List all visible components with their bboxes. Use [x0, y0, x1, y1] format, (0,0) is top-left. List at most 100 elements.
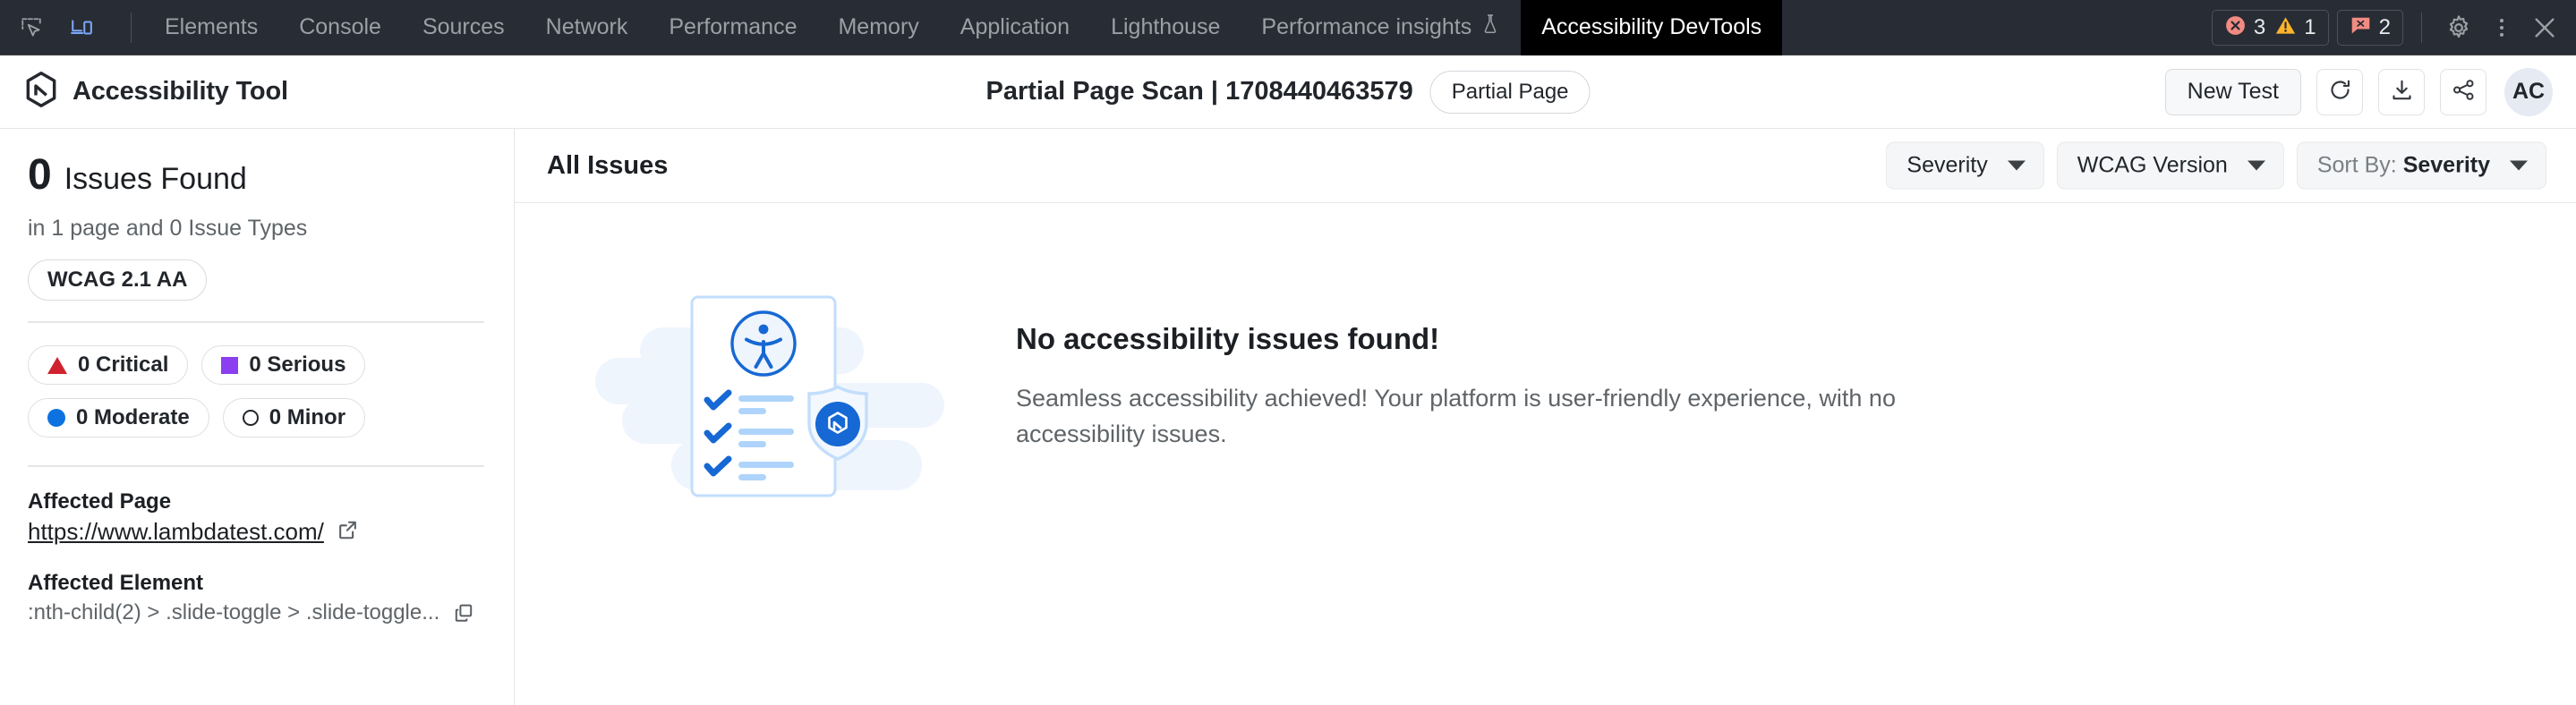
empty-state-title: No accessibility issues found! [1016, 322, 1440, 355]
severity-filter-label: Severity [1906, 152, 1988, 178]
tab-label: Sources [422, 14, 505, 39]
tab-network[interactable]: Network [525, 0, 649, 55]
refresh-button[interactable] [2316, 68, 2363, 115]
warning-icon [2274, 14, 2297, 41]
chevron-down-icon [2510, 160, 2528, 171]
devtools-toolbar: Elements Console Sources Network Perform… [0, 0, 2576, 55]
affected-element-section: Affected Element :nth-child(2) > .slide-… [28, 571, 484, 632]
download-button[interactable] [2378, 68, 2425, 115]
issues-counter-group[interactable]: 3 1 [2211, 10, 2329, 46]
tab-label: Console [299, 14, 381, 39]
chevron-down-icon [2007, 160, 2026, 171]
issues-found-heading: 0 Issues Found [28, 154, 484, 197]
tab-lighthouse[interactable]: Lighthouse [1090, 0, 1241, 55]
empty-state-text: No accessibility issues found! Seamless … [1016, 272, 1956, 452]
main-header: All Issues Severity WCAG Version Sort By… [515, 129, 2576, 203]
severity-chip-serious[interactable]: 0 Serious [201, 345, 366, 385]
avatar[interactable]: AC [2504, 67, 2553, 116]
sort-by-prefix: Sort By: [2316, 152, 2397, 178]
refresh-icon [2328, 78, 2352, 106]
accessibility-report-shield-illustration-icon [586, 272, 944, 527]
tab-label: Application [960, 14, 1070, 39]
status-divider [2421, 13, 2422, 43]
main-title: All Issues [547, 150, 669, 180]
error-count: 3 [2253, 15, 2266, 39]
tab-label: Network [545, 14, 628, 39]
devtools-tab-list: Elements Console Sources Network Perform… [144, 0, 1783, 55]
sidebar-divider-2 [28, 465, 484, 467]
severity-chip-minor[interactable]: 0 Minor [222, 398, 366, 437]
header-actions: New Test AC [2164, 67, 2553, 116]
tab-label: Elements [165, 14, 259, 39]
lambdatest-hex-arrow-logo-icon [25, 72, 57, 112]
tab-console[interactable]: Console [278, 0, 402, 55]
tab-performance-insights[interactable]: Performance insights [1241, 0, 1521, 55]
tab-label: Performance insights [1261, 14, 1472, 39]
empty-state-description: Seamless accessibility achieved! Your pl… [1016, 385, 1896, 447]
chip-label: 0 Moderate [76, 405, 190, 429]
message-count: 2 [2378, 15, 2391, 39]
external-link-icon[interactable] [337, 519, 359, 546]
sort-by-filter[interactable]: Sort By: Severity [2296, 141, 2546, 190]
affected-element-selector-row: :nth-child(2) > .slide-toggle > .slide-t… [28, 599, 484, 632]
close-devtools-icon[interactable] [2526, 9, 2563, 47]
inspect-element-icon[interactable] [14, 11, 48, 45]
tab-application[interactable]: Application [940, 0, 1090, 55]
copy-icon[interactable] [453, 602, 474, 632]
warning-count: 1 [2304, 15, 2316, 39]
device-toolbar-icon[interactable] [64, 11, 98, 45]
brand-name: Accessibility Tool [73, 77, 288, 106]
affected-element-selector: :nth-child(2) > .slide-toggle > .slide-t… [28, 600, 440, 624]
issues-found-label: Issues Found [64, 162, 247, 196]
body: 0 Issues Found in 1 page and 0 Issue Typ… [0, 129, 2576, 705]
affected-page-link[interactable]: https://www.lambdatest.com/ [28, 518, 324, 546]
severity-chip-critical[interactable]: 0 Critical [28, 345, 189, 385]
chip-label: 0 Serious [249, 352, 346, 377]
tab-label: Performance [669, 14, 798, 39]
more-options-icon[interactable] [2483, 9, 2521, 47]
critical-triangle-icon [47, 356, 67, 374]
page-title: Partial Page Scan | 1708440463579 [985, 77, 1413, 106]
new-test-button[interactable]: New Test [2164, 68, 2301, 115]
affected-page-label: Affected Page [28, 489, 172, 514]
tab-performance[interactable]: Performance [648, 0, 817, 55]
sidebar-divider-1 [28, 321, 484, 323]
wcag-version-filter-label: WCAG Version [2077, 152, 2228, 178]
error-icon [2224, 14, 2247, 41]
tab-elements[interactable]: Elements [144, 0, 278, 55]
tab-label: Accessibility DevTools [1541, 14, 1762, 39]
devtools-status-area: 3 1 2 [2211, 0, 2576, 55]
toolbar-divider [131, 12, 132, 43]
empty-state: No accessibility issues found! Seamless … [515, 203, 2576, 705]
brand: Accessibility Tool [0, 72, 288, 112]
chip-label: 0 Critical [78, 352, 169, 377]
issues-subtitle: in 1 page and 0 Issue Types [28, 216, 308, 241]
scan-title-area: Partial Page Scan | 1708440463579 Partia… [985, 70, 1591, 114]
settings-gear-icon[interactable] [2440, 9, 2478, 47]
share-icon [2452, 78, 2476, 106]
wcag-version-filter[interactable]: WCAG Version [2056, 141, 2284, 190]
tab-memory[interactable]: Memory [817, 0, 939, 55]
summary-sidebar: 0 Issues Found in 1 page and 0 Issue Typ… [0, 129, 515, 705]
affected-page-row: https://www.lambdatest.com/ [28, 518, 484, 546]
download-icon [2390, 78, 2414, 106]
share-button[interactable] [2440, 68, 2486, 115]
scan-type-badge: Partial Page [1429, 70, 1591, 114]
chevron-down-icon [2247, 160, 2265, 171]
serious-square-icon [221, 356, 239, 374]
chip-label: 0 Minor [269, 405, 346, 429]
affected-element-label: Affected Element [28, 571, 204, 595]
affected-page-section: Affected Page https://www.lambdatest.com… [28, 489, 484, 546]
sort-by-value: Severity [2402, 152, 2490, 178]
tab-label: Lighthouse [1111, 14, 1221, 39]
tab-label: Memory [838, 14, 919, 39]
message-counter: 2 [2350, 14, 2391, 41]
severity-chip-moderate[interactable]: 0 Moderate [28, 398, 209, 437]
tab-sources[interactable]: Sources [402, 0, 525, 55]
devtools-left-icons [0, 11, 132, 45]
violation-counter-group[interactable]: 2 [2336, 10, 2403, 46]
warning-counter: 1 [2274, 14, 2316, 41]
issues-count: 0 [28, 151, 52, 199]
tab-accessibility-devtools[interactable]: Accessibility DevTools [1521, 0, 1783, 55]
severity-filter[interactable]: Severity [1886, 141, 2044, 190]
